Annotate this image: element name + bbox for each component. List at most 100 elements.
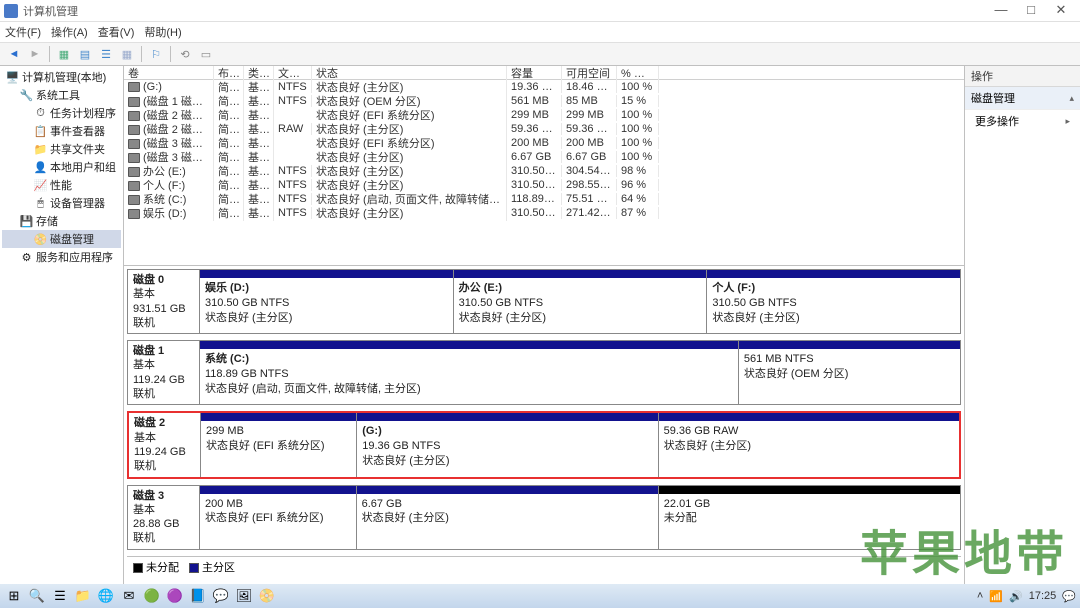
close-button[interactable]: ✕	[1046, 1, 1076, 21]
clock-icon: ⏱	[34, 107, 47, 120]
options-button[interactable]: ▭	[197, 45, 215, 63]
disk-0-label: 磁盘 0 基本 931.51 GB 联机	[128, 270, 200, 333]
minimize-button[interactable]: —	[986, 1, 1016, 21]
clock[interactable]: 17:25	[1029, 590, 1057, 602]
disk-2-part-2[interactable]: (G:)19.36 GB NTFS状态良好 (主分区)	[356, 413, 657, 476]
col-volume[interactable]: 卷	[124, 66, 214, 81]
disk-3-label: 磁盘 3基本28.88 GB联机	[128, 486, 200, 549]
table-row[interactable]: (G:)简单基本NTFS状态良好 (主分区)19.36 GB18.46 GB10…	[124, 80, 964, 94]
col-filesystem[interactable]: 文件系统	[274, 66, 312, 81]
actions-panel: 操作 磁盘管理▴ 更多操作▸	[965, 66, 1080, 584]
start-button[interactable]: ⊞	[4, 586, 24, 606]
tree-event[interactable]: 📋事件查看器	[2, 122, 121, 140]
tree-shared[interactable]: 📁共享文件夹	[2, 140, 121, 158]
computer-icon: 🖥️	[6, 71, 19, 84]
table-row[interactable]: (磁盘 2 磁盘分区 1)简单基本状态良好 (EFI 系统分区)299 MB29…	[124, 108, 964, 122]
edge-icon[interactable]: 🌐	[96, 586, 116, 606]
tree-diskmgmt[interactable]: 📀磁盘管理	[2, 230, 121, 248]
col-percent[interactable]: % 可用	[617, 66, 659, 81]
tree-tools[interactable]: 🔧系统工具	[2, 86, 121, 104]
menu-help[interactable]: 帮助(H)	[144, 24, 181, 40]
legend-primary-icon	[189, 563, 199, 573]
back-button[interactable]: ◄	[5, 45, 23, 63]
app-icon	[4, 4, 18, 18]
menu-view[interactable]: 查看(V)	[98, 24, 135, 40]
explorer-icon[interactable]: 📁	[73, 586, 93, 606]
disk-2-part-1[interactable]: 299 MB状态良好 (EFI 系统分区)	[201, 413, 356, 476]
disk-2[interactable]: 磁盘 2基本119.24 GB联机 299 MB状态良好 (EFI 系统分区) …	[127, 411, 961, 478]
table-row[interactable]: (磁盘 3 磁盘分区 3)简单基本状态良好 (主分区)6.67 GB6.67 G…	[124, 150, 964, 164]
volume-icon[interactable]: 🔊	[1009, 590, 1023, 603]
app-icon-2[interactable]: 🟣	[165, 586, 185, 606]
col-free[interactable]: 可用空间	[562, 66, 617, 81]
menu-file[interactable]: 文件(F)	[5, 24, 41, 40]
disk-3-part-2[interactable]: 6.67 GB状态良好 (主分区)	[356, 486, 658, 549]
disk-0-part-3[interactable]: 个人 (F:)310.50 GB NTFS状态良好 (主分区)	[706, 270, 960, 333]
app-icon-1[interactable]: 🟢	[142, 586, 162, 606]
tree-users[interactable]: 👤本地用户和组	[2, 158, 121, 176]
taskview-icon[interactable]: ☰	[50, 586, 70, 606]
disk-3-part-3[interactable]: 22.01 GB未分配	[658, 486, 960, 549]
titlebar: 计算机管理 — □ ✕	[0, 0, 1080, 22]
tree-scheduler[interactable]: ⏱任务计划程序	[2, 104, 121, 122]
help-button[interactable]: ⚐	[147, 45, 165, 63]
table-row[interactable]: 个人 (F:)简单基本NTFS状态良好 (主分区)310.50 GB298.55…	[124, 178, 964, 192]
notifications-icon[interactable]: 💬	[1062, 590, 1076, 603]
folder-icon: 📁	[34, 143, 47, 156]
view-button-1[interactable]: ▦	[55, 45, 73, 63]
actions-header: 操作	[965, 66, 1080, 87]
refresh-button[interactable]: ⟲	[176, 45, 194, 63]
table-row[interactable]: 办公 (E:)简单基本NTFS状态良好 (主分区)310.50 GB304.54…	[124, 164, 964, 178]
disk-3-part-1[interactable]: 200 MB状态良好 (EFI 系统分区)	[200, 486, 356, 549]
table-row[interactable]: 娱乐 (D:)简单基本NTFS状态良好 (主分区)310.50 GB271.42…	[124, 206, 964, 220]
view-button-2[interactable]: ▤	[76, 45, 94, 63]
system-tray[interactable]: ˄ 📶 🔊 17:25 💬	[977, 590, 1076, 603]
tools-icon: 🔧	[20, 89, 33, 102]
actions-more[interactable]: 更多操作▸	[965, 110, 1080, 132]
col-layout[interactable]: 布局	[214, 66, 244, 81]
device-icon: 🖱	[34, 197, 47, 210]
col-status[interactable]: 状态	[312, 66, 507, 81]
chevron-right-icon: ▸	[1065, 116, 1070, 127]
app-icon-3[interactable]: 📘	[188, 586, 208, 606]
disk-3[interactable]: 磁盘 3基本28.88 GB联机 200 MB状态良好 (EFI 系统分区) 6…	[127, 485, 961, 550]
disk-0[interactable]: 磁盘 0 基本 931.51 GB 联机 娱乐 (D:)310.50 GB NT…	[127, 269, 961, 334]
disk-1-part-1[interactable]: 系统 (C:)118.89 GB NTFS状态良好 (启动, 页面文件, 故障转…	[200, 341, 738, 404]
disk-0-part-2[interactable]: 办公 (E:)310.50 GB NTFS状态良好 (主分区)	[453, 270, 707, 333]
disk-2-part-3[interactable]: 59.36 GB RAW状态良好 (主分区)	[658, 413, 959, 476]
menu-action[interactable]: 操作(A)	[51, 24, 88, 40]
col-type[interactable]: 类型	[244, 66, 274, 81]
col-capacity[interactable]: 容量	[507, 66, 562, 81]
disk-1-part-2[interactable]: 561 MB NTFS状态良好 (OEM 分区)	[738, 341, 960, 404]
sidebar: 🖥️计算机管理(本地) 🔧系统工具 ⏱任务计划程序 📋事件查看器 📁共享文件夹 …	[0, 66, 124, 584]
search-icon[interactable]: 🔍	[27, 586, 47, 606]
tree-services[interactable]: ⚙服务和应用程序	[2, 248, 121, 266]
disk-icon: 📀	[34, 233, 47, 246]
maximize-button[interactable]: □	[1016, 1, 1046, 21]
volume-list-header: 卷 布局 类型 文件系统 状态 容量 可用空间 % 可用	[124, 66, 964, 80]
app-icon-4[interactable]: 💬	[211, 586, 231, 606]
table-row[interactable]: 系统 (C:)简单基本NTFS状态良好 (启动, 页面文件, 故障转储, 主分区…	[124, 192, 964, 206]
tree-perf[interactable]: 📈性能	[2, 176, 121, 194]
storage-icon: 💾	[20, 215, 33, 228]
forward-button[interactable]: ►	[26, 45, 44, 63]
table-row[interactable]: (磁盘 1 磁盘分区 2)简单基本NTFS状态良好 (OEM 分区)561 MB…	[124, 94, 964, 108]
disk-1-label: 磁盘 1基本119.24 GB联机	[128, 341, 200, 404]
tree-storage[interactable]: 💾存储	[2, 212, 121, 230]
table-row[interactable]: (磁盘 3 磁盘分区 1)简单基本状态良好 (EFI 系统分区)200 MB20…	[124, 136, 964, 150]
tree-devmgr[interactable]: 🖱设备管理器	[2, 194, 121, 212]
disk-1[interactable]: 磁盘 1基本119.24 GB联机 系统 (C:)118.89 GB NTFS状…	[127, 340, 961, 405]
mail-icon[interactable]: ✉	[119, 586, 139, 606]
diskmgmt-taskbar-icon[interactable]: 📀	[257, 586, 277, 606]
disk-0-part-1[interactable]: 娱乐 (D:)310.50 GB NTFS状态良好 (主分区)	[200, 270, 453, 333]
tree-root[interactable]: 🖥️计算机管理(本地)	[2, 68, 121, 86]
app-icon-5[interactable]: 🖼	[234, 586, 254, 606]
volume-list[interactable]: 卷 布局 类型 文件系统 状态 容量 可用空间 % 可用 (G:)简单基本NTF…	[124, 66, 964, 266]
view-button-4[interactable]: ▦	[118, 45, 136, 63]
table-row[interactable]: (磁盘 2 磁盘分区 3)简单基本RAW状态良好 (主分区)59.36 GB59…	[124, 122, 964, 136]
actions-section[interactable]: 磁盘管理▴	[965, 87, 1080, 110]
view-button-3[interactable]: ☰	[97, 45, 115, 63]
network-icon[interactable]: 📶	[989, 590, 1003, 603]
chevron-up-icon[interactable]: ˄	[977, 590, 983, 602]
user-icon: 👤	[34, 161, 47, 174]
